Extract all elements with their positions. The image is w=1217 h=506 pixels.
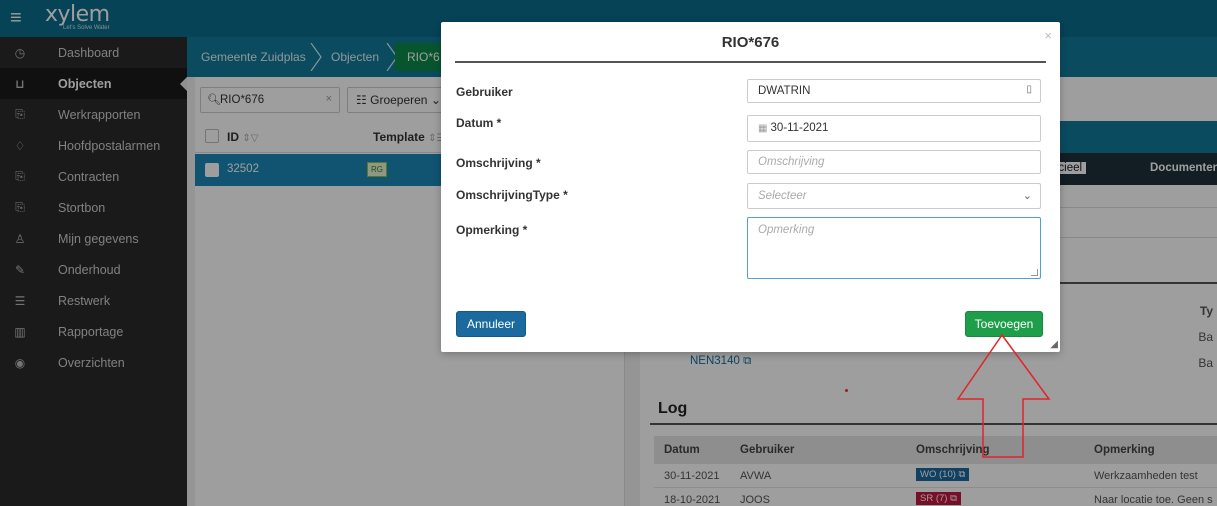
omschrijvingtype-placeholder: Selecteer: [758, 190, 807, 202]
dialog-title: RIO*676: [721, 34, 780, 51]
chevron-down-icon: ⌄: [1022, 190, 1032, 202]
omschrijving-placeholder: Omschrijving: [758, 156, 825, 168]
opmerking-placeholder: Opmerking: [758, 224, 815, 236]
gebruiker-value: DWATRIN: [758, 85, 811, 97]
user-picker-icon[interactable]: ▯: [1026, 84, 1032, 95]
resize-handle-icon[interactable]: [1031, 269, 1038, 276]
omschrijvingtype-select[interactable]: Selecteer ⌄: [747, 183, 1041, 209]
datum-field[interactable]: ▦ 30-11-2021: [747, 115, 1041, 142]
omschrijving-label: Omschrijving *: [456, 156, 541, 170]
close-icon[interactable]: ×: [1044, 28, 1052, 43]
add-log-dialog: RIO*676 × Gebruiker DWATRIN ▯ Datum * ▦ 3…: [441, 22, 1060, 352]
dialog-divider: [455, 61, 1046, 63]
opmerking-label: Opmerking *: [456, 223, 528, 237]
datum-label: Datum *: [456, 116, 502, 130]
annotation-arrow-icon: [956, 333, 1051, 458]
gebruiker-field[interactable]: DWATRIN ▯: [747, 79, 1041, 103]
cancel-button[interactable]: Annuleer: [456, 311, 526, 337]
calendar-icon: ▦: [758, 123, 768, 134]
omschrijving-input[interactable]: Omschrijving: [747, 150, 1041, 174]
opmerking-textarea[interactable]: Opmerking: [747, 217, 1041, 279]
datum-value: 30-11-2021: [770, 122, 829, 134]
omschrijvingtype-label: OmschrijvingType *: [456, 188, 568, 202]
gebruiker-label: Gebruiker: [456, 85, 513, 99]
